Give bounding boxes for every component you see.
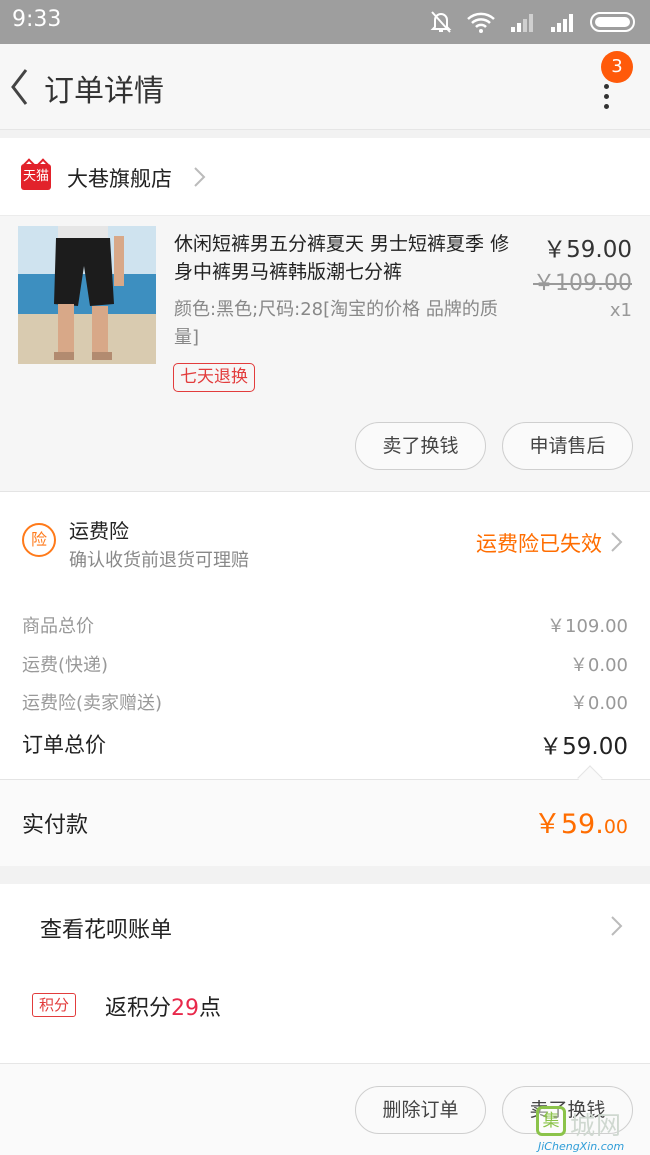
price-summary: 商品总价 ￥109.00 运费(快递) ￥0.00 运费险(卖家赠送) ￥0.0… bbox=[0, 596, 650, 780]
status-time: 9:33 bbox=[12, 7, 62, 32]
back-arrow-icon[interactable] bbox=[4, 62, 40, 112]
summary-label: 运费(快递) bbox=[22, 655, 109, 676]
apply-after-sale-button[interactable]: 申请售后 bbox=[502, 422, 633, 470]
shop-row[interactable]: 天猫 大巷旗舰店 bbox=[0, 138, 650, 216]
points-number: 29 bbox=[171, 996, 200, 1021]
battery-icon bbox=[590, 12, 635, 32]
chevron-right-icon bbox=[194, 167, 206, 187]
page-title: 订单详情 bbox=[44, 74, 164, 109]
notification-badge: 3 bbox=[601, 51, 633, 83]
signal-strong-icon bbox=[551, 14, 573, 32]
item-price: ￥59.00 bbox=[543, 237, 632, 263]
huabei-section: 查看花呗账单 积分 返积分29点 bbox=[0, 884, 650, 1064]
order-total-label: 订单总价 bbox=[22, 733, 106, 757]
wifi-icon bbox=[467, 12, 495, 33]
summary-row-insurance: 运费险(卖家赠送) ￥0.00 bbox=[22, 689, 628, 715]
order-total-value: ￥59.00 bbox=[539, 734, 628, 760]
signal-weak-icon bbox=[511, 14, 533, 32]
summary-row-goods-total: 商品总价 ￥109.00 bbox=[22, 612, 628, 638]
status-icons bbox=[430, 8, 638, 36]
insurance-title: 运费险 bbox=[69, 519, 129, 543]
product-photo-illustration bbox=[18, 226, 156, 364]
actual-payment-value: ￥59.00 bbox=[534, 802, 628, 841]
points-suffix: 点 bbox=[199, 996, 222, 1021]
shipping-insurance-row[interactable]: 险 运费险 确认收货前退货可理赔 运费险已失效 bbox=[0, 492, 650, 596]
points-reward-text: 返积分29点 bbox=[105, 990, 221, 1022]
actual-payment-label: 实付款 bbox=[22, 813, 89, 838]
summary-value: ￥0.00 bbox=[569, 655, 628, 676]
seven-day-return-tag: 七天退换 bbox=[173, 363, 255, 392]
silent-bell-icon bbox=[430, 11, 452, 33]
summary-value: ￥0.00 bbox=[569, 693, 628, 714]
delete-order-button[interactable]: 删除订单 bbox=[355, 1086, 486, 1134]
app-bar: 订单详情 3 bbox=[0, 44, 650, 130]
summary-row-order-total: 订单总价 ￥59.00 bbox=[22, 729, 628, 760]
item-quantity: x1 bbox=[609, 300, 632, 321]
product-spec: 颜色:黑色;尺码:28[淘宝的价格 品牌的质量] bbox=[174, 299, 498, 348]
actual-payment-decimal: 00 bbox=[603, 816, 628, 838]
summary-label: 运费险(卖家赠送) bbox=[22, 693, 163, 714]
site-watermark: 集 城网 JiChengXin.com bbox=[534, 1106, 650, 1155]
product-thumbnail[interactable] bbox=[18, 226, 156, 364]
view-huabei-bill-link[interactable]: 查看花呗账单 bbox=[40, 912, 172, 944]
watermark-logo: 集 bbox=[536, 1106, 566, 1136]
watermark-text: 城网 bbox=[570, 1111, 623, 1140]
insurance-subtitle: 确认收货前退货可理赔 bbox=[69, 550, 249, 571]
shop-name[interactable]: 大巷旗舰店 bbox=[67, 163, 172, 193]
insurance-icon: 险 bbox=[22, 523, 56, 557]
actual-payment-row: 实付款 ￥59.00 bbox=[0, 780, 650, 866]
points-tag: 积分 bbox=[32, 993, 76, 1017]
summary-value: ￥109.00 bbox=[547, 616, 628, 637]
product-title[interactable]: 休闲短裤男五分裤夏天 男士短裤夏季 修身中裤男马裤韩版潮七分裤 bbox=[174, 230, 514, 286]
watermark-url: JiChengXin.com bbox=[538, 1140, 625, 1153]
sell-for-cash-button[interactable]: 卖了换钱 bbox=[355, 422, 486, 470]
item-original-price: ￥109.00 bbox=[533, 271, 632, 296]
tmall-logo: 天猫 bbox=[21, 164, 51, 190]
order-item[interactable]: 休闲短裤男五分裤夏天 男士短裤夏季 修身中裤男马裤韩版潮七分裤 颜色:黑色;尺码… bbox=[0, 216, 650, 492]
summary-label: 商品总价 bbox=[22, 616, 94, 637]
chevron-right-icon bbox=[611, 532, 623, 552]
summary-row-shipping: 运费(快递) ￥0.00 bbox=[22, 651, 628, 677]
insurance-status[interactable]: 运费险已失效 bbox=[476, 528, 602, 558]
status-bar: 9:33 bbox=[0, 0, 650, 44]
chevron-right-icon[interactable] bbox=[610, 915, 624, 937]
actual-payment-main: ￥59. bbox=[533, 809, 604, 840]
points-prefix: 返积分 bbox=[105, 996, 172, 1021]
